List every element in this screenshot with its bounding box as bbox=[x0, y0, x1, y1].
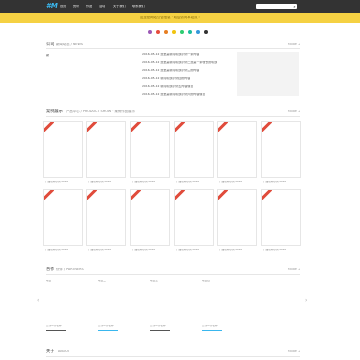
partner-link-underline bbox=[150, 330, 170, 331]
hot-ribbon-band bbox=[262, 122, 272, 132]
hot-ribbon bbox=[262, 190, 272, 200]
partner-link-underline bbox=[46, 330, 66, 331]
nav-item-events[interactable]: 活动 bbox=[99, 5, 105, 8]
hot-ribbon-band bbox=[131, 122, 141, 132]
about-divider bbox=[46, 356, 300, 357]
product-caption[interactable]: 产品名称示例 2016 bbox=[132, 249, 155, 252]
product-caption[interactable]: 产品名称示例 2016 bbox=[263, 181, 286, 184]
news-section-title: 公司 bbox=[46, 42, 55, 46]
hot-ribbon bbox=[175, 190, 185, 200]
carousel-prev-icon[interactable]: ‹ bbox=[37, 297, 39, 304]
search-icon[interactable]: ⌕ bbox=[291, 4, 298, 9]
nav-item-contact[interactable]: 联系我们 bbox=[132, 5, 145, 8]
product-caption[interactable]: 产品名称示例 2016 bbox=[132, 181, 155, 184]
product-caption[interactable]: 产品名称示例 2016 bbox=[176, 249, 199, 252]
color-dot[interactable] bbox=[172, 30, 176, 34]
hot-ribbon bbox=[218, 122, 228, 132]
news-list-item[interactable]: 2016-05-12 这里是新闻标题示例一条内容 bbox=[142, 53, 199, 56]
product-caption[interactable]: 产品名称示例 2016 bbox=[88, 181, 111, 184]
partner-link[interactable]: 合作伙伴名称 bbox=[46, 325, 62, 328]
product-caption[interactable]: 产品名称示例 2016 bbox=[45, 181, 68, 184]
news-list-item[interactable]: 2016-05-12 这里是新闻标题示例六的内容信息 bbox=[142, 93, 205, 96]
news-section-subtitle: 新闻动态 / NEWS bbox=[56, 43, 84, 46]
products-divider bbox=[46, 116, 300, 117]
hot-ribbon-band bbox=[175, 122, 185, 132]
color-dot[interactable] bbox=[148, 30, 152, 34]
hot-ribbon bbox=[44, 122, 54, 132]
hot-ribbon-band bbox=[131, 190, 141, 200]
product-caption[interactable]: 产品名称示例 2016 bbox=[45, 249, 68, 252]
product-caption[interactable]: 产品名称示例 2016 bbox=[219, 181, 242, 184]
hot-ribbon bbox=[218, 190, 228, 200]
nav-item-about[interactable]: 关于我们 bbox=[113, 5, 126, 8]
nav-item-works[interactable]: 作品 bbox=[86, 5, 92, 8]
hot-ribbon-band bbox=[218, 122, 228, 132]
hot-ribbon bbox=[87, 122, 97, 132]
partner-item-label: 项目一 bbox=[46, 280, 54, 282]
hot-ribbon-band bbox=[87, 122, 97, 132]
news-list-item[interactable]: 2016-05-12 新闻标题示例四的内容 bbox=[142, 77, 190, 80]
hot-ribbon bbox=[87, 190, 97, 200]
carousel-next-icon[interactable]: › bbox=[305, 297, 307, 304]
hot-ribbon bbox=[131, 122, 141, 132]
color-dot[interactable] bbox=[156, 30, 160, 34]
about-more-link[interactable]: MORE + bbox=[288, 350, 300, 353]
nav-item-home[interactable]: 首页 bbox=[60, 5, 66, 8]
nav-item-news[interactable]: 资讯 bbox=[73, 5, 79, 8]
hot-ribbon-band bbox=[175, 190, 185, 200]
partner-item-label: 项目二 bbox=[98, 280, 106, 282]
news-list-item[interactable]: 2016-05-12 这里是新闻标题示例三的内容 bbox=[142, 69, 199, 72]
color-dot[interactable] bbox=[188, 30, 192, 34]
hot-ribbon bbox=[131, 190, 141, 200]
color-dot[interactable] bbox=[196, 30, 200, 34]
products-section-title: 案例展示 bbox=[46, 109, 63, 113]
partner-link-underline bbox=[202, 330, 222, 331]
hot-ribbon bbox=[262, 122, 272, 132]
product-caption[interactable]: 产品名称示例 2016 bbox=[219, 249, 242, 252]
products-section-subtitle: 产品中心 / PRODUCT SHOW · 案例作品展示 bbox=[66, 110, 135, 113]
hot-ribbon-band bbox=[44, 122, 54, 132]
about-section-subtitle: ABOUT bbox=[58, 350, 70, 353]
hot-ribbon-band bbox=[44, 190, 54, 200]
color-dot[interactable] bbox=[180, 30, 184, 34]
partners-section-subtitle: 伙伴 / PARTNERS bbox=[56, 268, 84, 271]
partner-link[interactable]: 合作伙伴名称 bbox=[150, 325, 166, 328]
news-more-link[interactable]: MORE + bbox=[288, 43, 300, 46]
product-caption[interactable]: 产品名称示例 2016 bbox=[176, 181, 199, 184]
partner-link[interactable]: 合作伙伴名称 bbox=[202, 325, 218, 328]
color-dot[interactable] bbox=[204, 30, 208, 34]
partners-section-title: 合作 bbox=[46, 267, 55, 271]
news-thumbnail-image[interactable] bbox=[237, 52, 299, 96]
partner-link[interactable]: 合作伙伴名称 bbox=[98, 325, 114, 328]
hot-ribbon bbox=[175, 122, 185, 132]
hot-ribbon-band bbox=[218, 190, 228, 200]
partner-item-label: 项目三 bbox=[150, 280, 158, 282]
hot-ribbon-band bbox=[87, 190, 97, 200]
hot-ribbon-band bbox=[262, 190, 272, 200]
partner-item-label: 项目四 bbox=[202, 280, 210, 282]
site-logo[interactable]: #M bbox=[46, 2, 58, 10]
about-section-title: 关于 bbox=[46, 349, 55, 353]
news-list-item[interactable]: 2016-05-12 新闻标题示例五内容信息 bbox=[142, 85, 193, 88]
product-caption[interactable]: 产品名称示例 2016 bbox=[263, 249, 286, 252]
partners-more-link[interactable]: MORE + bbox=[288, 268, 300, 271]
color-dot[interactable] bbox=[164, 30, 168, 34]
news-list-item[interactable]: 2016-05-12 这里是新闻标题示例二这是一条较长的标题 bbox=[142, 61, 217, 64]
partners-divider bbox=[46, 274, 300, 275]
products-more-link[interactable]: MORE + bbox=[288, 110, 300, 113]
hot-ribbon bbox=[44, 190, 54, 200]
product-caption[interactable]: 产品名称示例 2016 bbox=[88, 249, 111, 252]
announcement-text[interactable]: 这里是网站公告信息 · 欢迎访问本站点 › bbox=[140, 16, 200, 19]
partner-link-underline bbox=[98, 330, 118, 331]
news-divider bbox=[46, 48, 300, 49]
news-label: 新 bbox=[46, 54, 50, 57]
